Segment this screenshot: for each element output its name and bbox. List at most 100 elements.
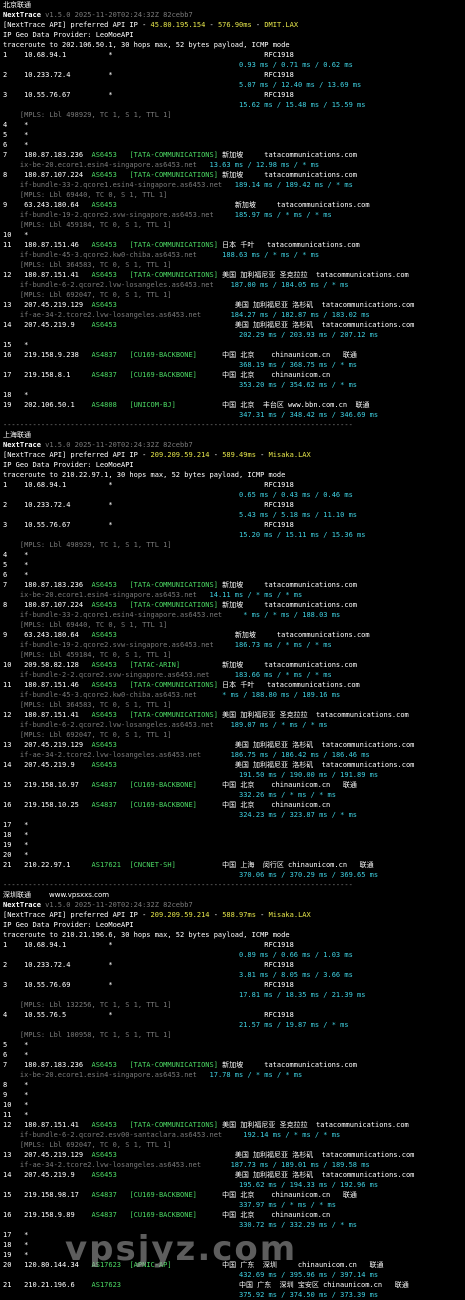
hop-segment: 188.63 ms / * ms / * ms (196, 251, 320, 259)
hop-segment: * (70, 71, 113, 79)
hop-line: 12 180.87.151.41 AS6453 [TATA-COMMUNICAT… (3, 710, 465, 720)
hop-line: 6 * (3, 140, 465, 150)
hop-line: 202.29 ms / 203.93 ms / 207.12 ms (3, 330, 465, 340)
hop-segment: AS6453 (74, 321, 117, 329)
hop-line: [MPLS: Lbl 459184, TC 0, S 1, TTL 1] (3, 650, 465, 660)
hop-segment: 美国 加利福尼亚 圣克拉拉 (217, 1121, 308, 1129)
hop-line: 5 * (3, 130, 465, 140)
hop-segment: [MPLS: Lbl 69440, TC 0, S 1, TTL 1] (3, 191, 168, 199)
hop-segment: [TATA-COMMUNICATIONS] (116, 241, 218, 249)
hop-line: 15 219.158.98.17 AS4837 [CU169-BACKBONE]… (3, 1190, 465, 1200)
hop-line: 9 * (3, 1090, 465, 1100)
hop-segment: 368.19 ms / 368.75 ms / * ms (3, 361, 358, 369)
api-prefix: [NextTrace API] preferred API IP - (3, 21, 151, 29)
hop-segment: RFC1918 (112, 521, 294, 529)
hop-segment: 美国 加利福尼亚 洛杉矶 (116, 1171, 314, 1179)
nexttrace-version: NextTrace v1.5.0 2025-11-20T02:24:32Z 82… (3, 900, 465, 910)
hop-line: [MPLS: Lbl 692047, TC 0, S 1, TTL 1] (3, 290, 465, 300)
hop-segment: [MPLS: Lbl 100958, TC 1, S 1, TTL 1] (3, 1031, 172, 1039)
hop-segment: AS6453 (83, 301, 117, 309)
hop-segment: 180.87.183.236 (7, 151, 84, 159)
hop-line: 19 * (3, 840, 465, 850)
hop-segment: 10.68.94.1 (7, 481, 67, 489)
hop-segment: * ms / 188.80 ms / 189.16 ms (196, 691, 341, 699)
hop-line: if-bundle-33-2.qcore1.esin4-singapore.as… (3, 180, 465, 190)
hop-segment: AS6453 (78, 201, 117, 209)
hop-line: if-bundle-2-2.qcore2.svw-singapore.as645… (3, 670, 465, 680)
hop-segment: * (66, 481, 113, 489)
hop-line: 9 63.243.180.64 AS6453 新加坡 tatacommunica… (3, 200, 465, 210)
api-prefix: [NextTrace API] preferred API IP - (3, 451, 151, 459)
api-latency: 588.97ms (222, 911, 256, 919)
hop-segment: 新加坡 (217, 601, 244, 609)
hop-segment: AS6453 (78, 711, 117, 719)
hop-segment: 新加坡 (180, 661, 244, 669)
hop-line: 1 10.68.94.1 * RFC1918 (3, 940, 465, 950)
hop-segment: [TATA-COMMUNICATIONS] (116, 171, 218, 179)
hop-segment: 370.06 ms / 370.29 ms / 369.65 ms (3, 871, 379, 879)
hop-line: 324.23 ms / 323.87 ms / * ms (3, 810, 465, 820)
hop-segment: 18 * (3, 391, 29, 399)
hop-line: 17.81 ms / 18.35 ms / 21.39 ms (3, 990, 465, 1000)
hop-segment: * (70, 521, 113, 529)
hop-line: 5 * (3, 560, 465, 570)
hop-segment: 219.158.9.89 (11, 1211, 75, 1219)
hop-segment: tatacommunications.com (254, 681, 360, 689)
hop-segment: 202.29 ms / 203.93 ms / 207.12 ms (3, 331, 379, 339)
hop-line: [MPLS: Lbl 692047, TC 0, S 1, TTL 1] (3, 1140, 465, 1150)
hop-line: 375.92 ms / 374.50 ms / 373.39 ms (3, 1290, 465, 1300)
hop-segment: 10.233.72.4 (7, 71, 71, 79)
hop-segment: 14.11 ms / * ms / * ms (196, 591, 303, 599)
hop-segment: 日本 千叶 (217, 681, 255, 689)
watermark: vpsjyz.com (65, 1229, 298, 1269)
section-separator: ----------------------------------------… (3, 421, 353, 429)
hop-segment: AS6453 (83, 1151, 117, 1159)
hop-line: 7 180.87.183.236 AS6453 [TATA-COMMUNICAT… (3, 1060, 465, 1070)
hop-segment: 209.58.82.128 (11, 661, 79, 669)
hop-line: 1 10.68.94.1 * RFC1918 (3, 480, 465, 490)
hop-segment: 10.68.94.1 (7, 941, 67, 949)
hop-segment: * (66, 1011, 113, 1019)
hop-line: 17 219.158.8.1 AS4837 [CU169-BACKBONE] 中… (3, 370, 465, 380)
hop-segment: 63.243.180.64 (7, 631, 79, 639)
traceroute-command: traceroute to 210.21.196.6, 30 hops max,… (3, 931, 290, 939)
hop-segment: AS4837 (74, 1211, 117, 1219)
hop-segment: 6 * (3, 1051, 29, 1059)
hop-segment: tatacommunications.com (313, 1171, 415, 1179)
hop-segment: [CU169-BACKBONE] (116, 1191, 197, 1199)
hop-segment: 21 (3, 1281, 12, 1289)
hop-segment: 180.87.151.41 (11, 271, 79, 279)
hop-segment: 中国 北京 (196, 371, 255, 379)
app-name: NextTrace (3, 441, 41, 449)
hop-segment: tatacommunications.com (307, 711, 409, 719)
hop-line: if-ae-34-2.tcore2.lvw-losangeles.as6453.… (3, 310, 465, 320)
hop-segment: 17.81 ms / 18.35 ms / 21.39 ms (3, 991, 366, 999)
api-node: Misaka.LAX (268, 451, 311, 459)
hop-segment: 186.73 ms / * ms / * ms (213, 641, 332, 649)
hop-segment: 新加坡 (217, 151, 244, 159)
hop-segment: 5 * (3, 561, 29, 569)
hop-segment: [CU169-BACKBONE] (116, 1211, 197, 1219)
nexttrace-version: NextTrace v1.5.0 2025-11-20T02:24:32Z 82… (3, 10, 465, 20)
hop-segment: 4 * (3, 121, 29, 129)
hop-segment: [CU169-BACKBONE] (116, 781, 197, 789)
hop-segment: 18 * (3, 1241, 29, 1249)
terminal-output: 北京联通 NextTrace v1.5.0 2025-11-20T02:24:32… (3, 0, 465, 1300)
hop-segment: tatacommunications.com (255, 631, 370, 639)
hop-segment: tatacommunications.com (313, 761, 415, 769)
hop-segment: 5 * (3, 131, 29, 139)
hop-line: 4 * (3, 120, 465, 130)
hop-segment: [TATA-COMMUNICATIONS] (116, 1061, 218, 1069)
hop-line: [MPLS: Lbl 498929, TC 1, S 1, TTL 1] (3, 540, 465, 550)
hop-line: 2 10.233.72.4 * RFC1918 (3, 960, 465, 970)
hop-line: [MPLS: Lbl 132256, TC 1, S 1, TTL 1] (3, 1000, 465, 1010)
hop-segment: 195.62 ms / 194.33 ms / 192.96 ms (3, 1181, 379, 1189)
hop-segment: 219.158.10.25 (11, 801, 79, 809)
hop-segment: 10 * (3, 231, 29, 239)
hop-line: 5.07 ms / 12.40 ms / 13.69 ms (3, 80, 465, 90)
hop-segment: ix-be-20.ecore1.esin4-singapore.as6453.n… (3, 161, 197, 169)
hop-line: 347.31 ms / 348.42 ms / 346.69 ms (3, 410, 465, 420)
hop-segment: [TATA-COMMUNICATIONS] (116, 581, 218, 589)
api-sep: - (209, 911, 223, 919)
hop-segment: 6 * (3, 141, 29, 149)
